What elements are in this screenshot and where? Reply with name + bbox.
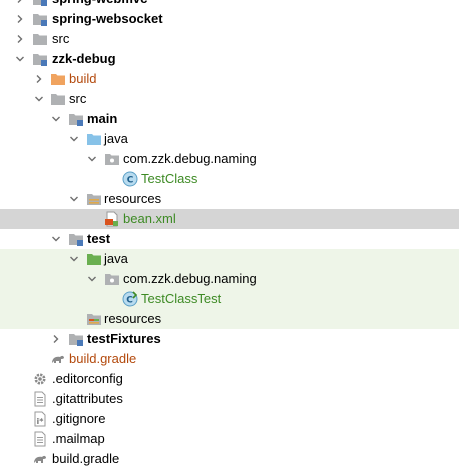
xml-file-icon (104, 211, 120, 227)
tree-row-label: testFixtures (87, 331, 161, 346)
chevron-down-icon[interactable] (68, 249, 80, 269)
tree-row-spring-webmvc[interactable]: spring-webmvc (0, 0, 459, 9)
ignore-file-icon: i* (32, 411, 48, 427)
tree-row-label: .editorconfig (52, 371, 123, 386)
tree-row-label: java (104, 131, 128, 146)
chevron-down-icon[interactable] (50, 229, 62, 249)
tree-row-label: zzk-debug (52, 51, 116, 66)
module-folder-icon (68, 111, 84, 127)
tree-row-label: resources (104, 311, 162, 326)
source-folder-icon (86, 131, 102, 147)
svg-text:C: C (126, 296, 133, 306)
tree-row-testclasstest[interactable]: C TestClassTest (0, 289, 459, 309)
tree-row-label: spring-websocket (52, 11, 163, 26)
tree-row-java[interactable]: java (0, 129, 459, 149)
tree-row-editorconfig[interactable]: .editorconfig (0, 369, 459, 389)
chevron-down-icon[interactable] (86, 149, 98, 169)
text-file-icon (32, 391, 48, 407)
gear-icon (32, 371, 48, 387)
tree-row-java-test[interactable]: java (0, 249, 459, 269)
java-class-icon: C (122, 171, 138, 187)
tree-row-src[interactable]: src (0, 29, 459, 49)
tree-row-label: build.gradle (52, 451, 120, 466)
chevron-right-icon[interactable] (14, 0, 26, 9)
package-icon (104, 271, 120, 287)
tree-row-package-test[interactable]: com.zzk.debug.naming (0, 269, 459, 289)
tree-row-main[interactable]: main (0, 109, 459, 129)
tree-row-label: spring-webmvc (52, 0, 147, 9)
tree-row-label: src (52, 31, 70, 46)
tree-row-label: resources (104, 191, 162, 206)
tree-row-test[interactable]: test (0, 229, 459, 249)
chevron-down-icon[interactable] (68, 129, 80, 149)
tree-row-bean-xml[interactable]: bean.xml (0, 209, 459, 229)
tree-row-zzk-debug[interactable]: zzk-debug (0, 49, 459, 69)
tree-row-label: test (87, 231, 111, 246)
tree-row-label: com.zzk.debug.naming (123, 271, 257, 286)
chevron-right-icon[interactable] (50, 329, 62, 349)
tree-row-spring-websocket[interactable]: spring-websocket (0, 9, 459, 29)
tree-row-label: src (69, 91, 87, 106)
tree-row-label: TestClassTest (141, 291, 222, 306)
tree-row-build-gradle[interactable]: build.gradle (0, 349, 459, 369)
module-folder-icon (32, 0, 48, 7)
project-tree: spring-webmvc spring-websocket src zzk-d… (0, 0, 459, 469)
tree-row-resources[interactable]: resources (0, 189, 459, 209)
chevron-down-icon[interactable] (86, 269, 98, 289)
tree-row-package[interactable]: com.zzk.debug.naming (0, 149, 459, 169)
folder-icon (50, 91, 66, 107)
module-folder-icon (32, 51, 48, 67)
chevron-right-icon[interactable] (14, 29, 26, 49)
folder-icon (32, 31, 48, 47)
excluded-folder-icon (50, 71, 66, 87)
tree-row-label: .gitattributes (52, 391, 123, 406)
resources-folder-icon (86, 191, 102, 207)
module-folder-icon (32, 11, 48, 27)
test-resources-folder-icon (86, 311, 102, 327)
text-file-icon (32, 431, 48, 447)
tree-row-label: .mailmap (52, 431, 105, 446)
tree-row-resources-test[interactable]: resources (0, 309, 459, 329)
tree-row-gitignore[interactable]: i* .gitignore (0, 409, 459, 429)
module-folder-icon (68, 231, 84, 247)
chevron-down-icon[interactable] (33, 89, 45, 109)
tree-row-mailmap[interactable]: .mailmap (0, 429, 459, 449)
chevron-down-icon[interactable] (14, 49, 26, 69)
tree-row-label: java (104, 251, 128, 266)
chevron-right-icon[interactable] (14, 9, 26, 29)
module-folder-icon (68, 331, 84, 347)
chevron-down-icon[interactable] (50, 109, 62, 129)
package-icon (104, 151, 120, 167)
svg-text:C: C (127, 176, 134, 186)
tree-row-label: main (87, 111, 118, 126)
chevron-down-icon[interactable] (68, 189, 80, 209)
tree-row-gitattributes[interactable]: .gitattributes (0, 389, 459, 409)
tree-row-label: com.zzk.debug.naming (123, 151, 257, 166)
chevron-right-icon[interactable] (33, 69, 45, 89)
gradle-icon (50, 351, 66, 367)
tree-row-label: bean.xml (123, 211, 176, 226)
gradle-icon (32, 451, 48, 467)
tree-row-build-gradle-root[interactable]: build.gradle (0, 449, 459, 469)
test-folder-icon (86, 251, 102, 267)
tree-row-build[interactable]: build (0, 69, 459, 89)
test-class-icon: C (122, 291, 138, 307)
tree-row-label: build (69, 71, 97, 86)
tree-row-testclass[interactable]: C TestClass (0, 169, 459, 189)
svg-text:i*: i* (37, 417, 45, 426)
tree-row-testfixtures[interactable]: testFixtures (0, 329, 459, 349)
tree-row-src[interactable]: src (0, 89, 459, 109)
tree-row-label: TestClass (141, 171, 198, 186)
tree-row-label: .gitignore (52, 411, 106, 426)
tree-row-label: build.gradle (69, 351, 137, 366)
